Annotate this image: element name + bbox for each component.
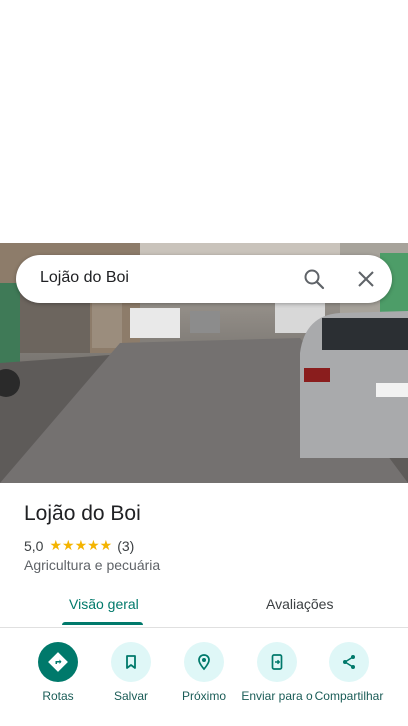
send-to-phone-icon	[257, 642, 297, 682]
share-label: Compartilhar	[314, 689, 384, 703]
send-to-phone-label: Enviar para o	[241, 689, 313, 703]
tab-reviews[interactable]: Avaliações	[266, 596, 333, 612]
bookmark-icon	[111, 642, 151, 682]
nearby-button[interactable]: Próximo	[168, 642, 240, 703]
share-icon	[329, 642, 369, 682]
blank-area	[0, 0, 408, 243]
nearby-label: Próximo	[181, 689, 226, 703]
directions-button[interactable]: Rotas	[22, 642, 94, 703]
rating-value: 5,0	[24, 537, 44, 554]
search-icon[interactable]	[302, 267, 326, 291]
tab-overview[interactable]: Visão geral	[69, 596, 139, 612]
search-input[interactable]: Lojão do Boi	[40, 269, 129, 287]
search-bar[interactable]: Lojão do Boi	[16, 255, 392, 303]
place-title: Lojão do Boi	[24, 502, 141, 525]
review-count: (3)	[117, 537, 135, 554]
directions-icon	[38, 642, 78, 682]
rating-stars: ★★★★★	[49, 537, 113, 553]
rating-row[interactable]: 5,0 ★★★★★ (3)	[24, 537, 134, 554]
save-button[interactable]: Salvar	[95, 642, 167, 703]
send-to-phone-button[interactable]: Enviar para o	[241, 642, 313, 703]
directions-label: Rotas	[42, 689, 74, 703]
share-button[interactable]: Compartilhar	[313, 642, 385, 703]
save-label: Salvar	[113, 689, 148, 703]
nearby-icon	[184, 642, 224, 682]
place-category: Agricultura e pecuária	[24, 557, 161, 573]
tab-divider	[0, 627, 408, 628]
close-icon[interactable]	[354, 267, 378, 291]
active-tab-indicator	[62, 622, 143, 625]
